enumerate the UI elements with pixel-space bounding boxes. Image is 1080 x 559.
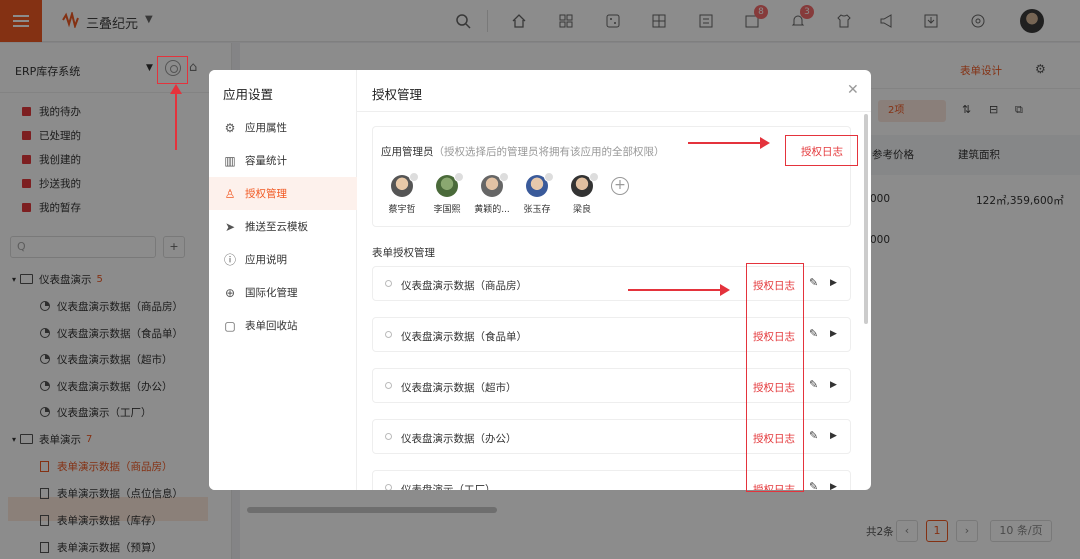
annotation-arrow xyxy=(628,284,730,296)
avatar[interactable] xyxy=(436,172,464,197)
form-icon xyxy=(385,331,392,338)
admin-name: 李国熙 xyxy=(433,205,461,215)
form-name: 仪表盘演示数据（商品房） xyxy=(401,280,527,292)
expand-arrow-icon[interactable]: ▶ xyxy=(830,380,837,390)
nav-label: 容量统计 xyxy=(245,155,287,167)
nav-item-description[interactable]: ⓘ 应用说明 xyxy=(209,243,357,276)
form-icon xyxy=(385,484,392,490)
admin-name: 黄颖的... xyxy=(474,205,510,215)
edit-icon[interactable]: ✎ xyxy=(809,327,818,340)
annotation-arrow xyxy=(688,137,770,149)
nav-title: 应用设置 xyxy=(223,87,274,102)
gear-icon: ⚙ xyxy=(224,120,236,135)
nav-item-recycle-bin[interactable]: ▢ 表单回收站 xyxy=(209,309,357,342)
bar-chart-icon: ▥ xyxy=(224,153,236,168)
section-title: 表单授权管理 xyxy=(372,247,435,259)
highlight-box xyxy=(785,135,858,166)
form-icon xyxy=(385,280,392,287)
settings-nav: 应用设置 ⚙ 应用属性 ▥ 容量统计 ♙ 授权管理 ➤ 推送至云模板 ⓘ 应用说明 ⊕ 国际… xyxy=(209,70,357,490)
form-name: 仪表盘演示数据（超市） xyxy=(401,382,517,394)
send-icon: ➤ xyxy=(224,219,236,234)
admin-section: 应用管理员（授权选择后的管理员将拥有该应用的全部权限） 授权日志 蔡宇哲 李国熙… xyxy=(372,126,851,227)
nav-label: 表单回收站 xyxy=(245,320,298,332)
nav-label: 应用说明 xyxy=(245,254,287,266)
avatar[interactable] xyxy=(571,172,599,197)
expand-arrow-icon[interactable]: ▶ xyxy=(830,278,837,288)
avatar[interactable] xyxy=(481,172,509,197)
admin-name: 蔡宇哲 xyxy=(388,205,416,215)
highlight-box xyxy=(157,56,188,84)
admin-name: 张玉存 xyxy=(523,205,551,215)
form-icon xyxy=(385,382,392,389)
user-icon: ♙ xyxy=(224,186,236,201)
nav-label: 推送至云模板 xyxy=(245,221,308,233)
admin-name: 梁良 xyxy=(572,205,591,215)
highlight-box xyxy=(746,263,804,492)
form-name: 仪表盘演示数据（食品单） xyxy=(401,331,527,343)
nav-label: 国际化管理 xyxy=(245,287,298,299)
globe-icon: ⊕ xyxy=(224,285,236,300)
form-name: 仪表盘演示数据（办公） xyxy=(401,433,517,445)
content-title: 授权管理 xyxy=(372,87,423,102)
close-icon[interactable]: ✕ xyxy=(847,82,859,98)
expand-arrow-icon[interactable]: ▶ xyxy=(830,482,837,490)
nav-item-i18n[interactable]: ⊕ 国际化管理 xyxy=(209,276,357,309)
admin-label: 应用管理员（授权选择后的管理员将拥有该应用的全部权限） xyxy=(381,144,665,159)
avatar[interactable] xyxy=(526,172,554,197)
add-admin-button[interactable]: + xyxy=(611,177,629,195)
vertical-scrollbar[interactable] xyxy=(864,114,868,324)
nav-item-push-template[interactable]: ➤ 推送至云模板 xyxy=(209,210,357,243)
nav-item-capacity[interactable]: ▥ 容量统计 xyxy=(209,144,357,177)
expand-arrow-icon[interactable]: ▶ xyxy=(830,431,837,441)
admin-label-text: 应用管理员 xyxy=(381,146,434,158)
nav-item-authorization[interactable]: ♙ 授权管理 xyxy=(209,177,357,210)
edit-icon[interactable]: ✎ xyxy=(809,480,818,490)
divider xyxy=(357,111,871,112)
admin-hint: （授权选择后的管理员将拥有该应用的全部权限） xyxy=(433,146,665,158)
nav-label: 授权管理 xyxy=(245,188,287,200)
nav-label: 应用属性 xyxy=(245,122,287,134)
trash-icon: ▢ xyxy=(224,318,236,333)
info-icon: ⓘ xyxy=(223,253,236,267)
nav-item-properties[interactable]: ⚙ 应用属性 xyxy=(209,111,357,144)
annotation-arrow xyxy=(170,84,182,150)
edit-icon[interactable]: ✎ xyxy=(809,429,818,442)
edit-icon[interactable]: ✎ xyxy=(809,378,818,391)
form-icon xyxy=(385,433,392,440)
form-name: 仪表盘演示（工厂） xyxy=(401,484,496,490)
edit-icon[interactable]: ✎ xyxy=(809,276,818,289)
expand-arrow-icon[interactable]: ▶ xyxy=(830,329,837,339)
avatar[interactable] xyxy=(391,172,419,197)
